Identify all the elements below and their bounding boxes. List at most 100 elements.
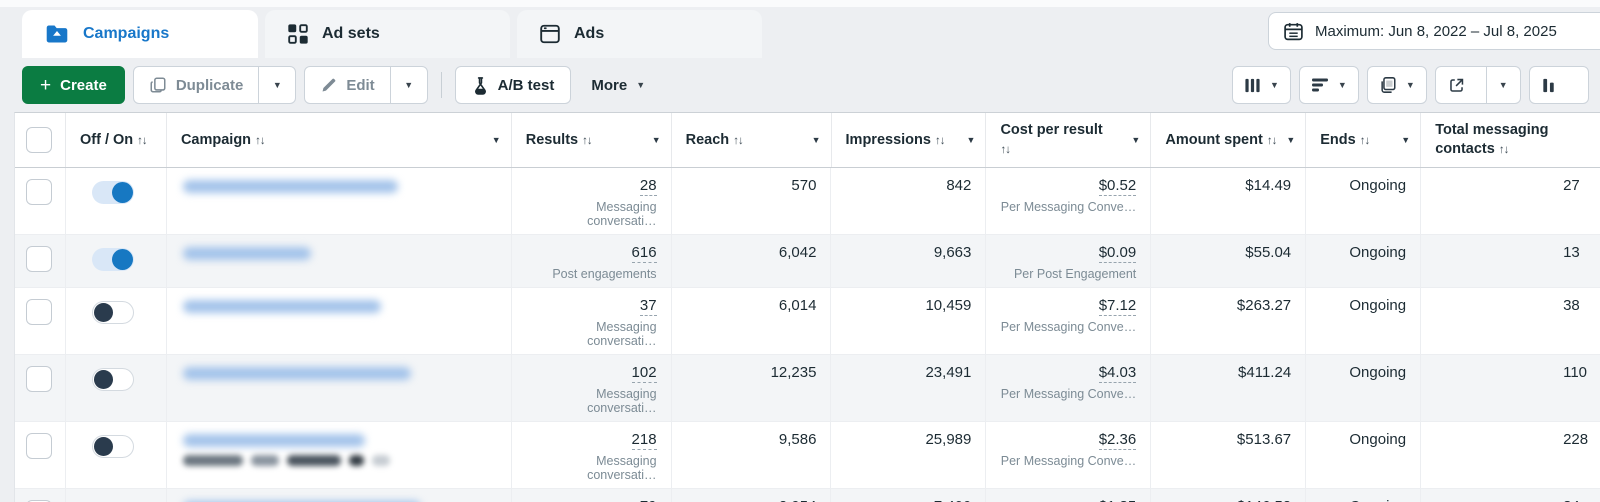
chevron-down-icon[interactable]: ▼ xyxy=(1131,135,1140,145)
column-header-reach[interactable]: Reach ↑↓ ▼ xyxy=(670,113,831,167)
table-row: 218 Messaging conversati… 9,586 25,989 $2.36… xyxy=(15,422,1600,489)
date-range-label: Maximum: Jun 8, 2022 – Jul 8, 2025 xyxy=(1315,22,1557,40)
duplicate-button[interactable]: Duplicate xyxy=(134,67,259,103)
breakdown-icon xyxy=(1311,77,1329,93)
impressions-cell: 842 xyxy=(830,168,985,234)
export-split-button: ▼ xyxy=(1434,66,1521,104)
column-header-impr[interactable]: Impressions ↑↓ ▼ xyxy=(830,113,986,167)
campaign-cell xyxy=(165,235,511,287)
campaign-name-redacted[interactable] xyxy=(182,247,311,260)
ends-cell: Ongoing xyxy=(1305,288,1420,354)
row-checkbox-cell xyxy=(15,288,65,354)
amount-spent-cell: $146.52 xyxy=(1150,489,1305,502)
edit-split-button: Edit ▼ xyxy=(304,66,428,104)
campaign-toggle[interactable] xyxy=(91,301,134,324)
chevron-down-icon[interactable]: ▼ xyxy=(652,135,661,145)
more-button[interactable]: More ▼ xyxy=(579,66,657,104)
reach-cell: 570 xyxy=(670,168,831,234)
cost-per-result-cell: $4.03 Per Messaging Conve… xyxy=(985,355,1150,421)
chevron-down-icon[interactable]: ▼ xyxy=(1286,135,1295,145)
campaign-toggle[interactable] xyxy=(91,181,134,204)
toggle-cell xyxy=(64,489,166,502)
row-checkbox[interactable] xyxy=(26,366,52,392)
row-checkbox[interactable] xyxy=(26,299,52,325)
tab-ad-sets-label: Ad sets xyxy=(322,25,380,42)
campaign-name-redacted[interactable] xyxy=(182,300,381,313)
edit-dropdown[interactable]: ▼ xyxy=(389,67,427,103)
contacts-cell: 13 xyxy=(1420,235,1600,287)
cost-per-result-cell: $2.36 Per Messaging Conve… xyxy=(985,422,1150,488)
export-dropdown[interactable]: ▼ xyxy=(1485,67,1520,103)
sort-icon: ↑↓ xyxy=(137,134,147,147)
table-header-row: Off / On ↑↓ Campaign ↑↓ ▼ Results ↑↓ ▼ Reach … xyxy=(15,113,1600,168)
tab-ad-sets[interactable]: Ad sets xyxy=(265,10,510,58)
duplicate-dropdown[interactable]: ▼ xyxy=(258,67,295,103)
amount-spent-cell: $263.27 xyxy=(1150,288,1305,354)
campaigns-table: Off / On ↑↓ Campaign ↑↓ ▼ Results ↑↓ ▼ Reach … xyxy=(14,112,1600,502)
campaign-name-redacted[interactable] xyxy=(182,434,365,447)
column-header-campaign[interactable]: Campaign ↑↓ ▼ xyxy=(165,113,511,167)
impressions-cell: 10,459 xyxy=(830,288,985,354)
campaign-name-redacted[interactable] xyxy=(182,180,398,193)
date-range-button[interactable]: Maximum: Jun 8, 2022 – Jul 8, 2025 xyxy=(1268,12,1600,50)
cost-per-result-cell: $7.12 Per Messaging Conve… xyxy=(985,288,1150,354)
campaign-meta-redacted xyxy=(182,455,497,466)
create-button[interactable]: + Create xyxy=(22,66,125,104)
column-header-results[interactable]: Results ↑↓ ▼ xyxy=(510,113,671,167)
campaign-toggle[interactable] xyxy=(91,248,134,271)
chevron-down-icon[interactable]: ▼ xyxy=(967,135,976,145)
campaign-toggle[interactable] xyxy=(91,368,134,391)
campaign-cell xyxy=(165,489,511,502)
reach-cell: 9,586 xyxy=(670,422,831,488)
sort-icon: ↑↓ xyxy=(733,134,743,147)
column-header-offon[interactable]: Off / On ↑↓ xyxy=(64,113,166,167)
column-header-spent[interactable]: Amount spent ↑↓ ▼ xyxy=(1150,113,1305,167)
chevron-down-icon[interactable]: ▼ xyxy=(492,135,501,145)
charts-button-clipped[interactable] xyxy=(1528,66,1589,104)
ends-cell: Ongoing xyxy=(1305,422,1420,488)
flask-icon xyxy=(472,76,489,95)
chevron-down-icon[interactable]: ▼ xyxy=(812,135,821,145)
edit-button-label: Edit xyxy=(346,76,375,94)
ab-test-button[interactable]: A/B test xyxy=(454,66,572,104)
tab-ads[interactable]: Ads xyxy=(517,10,762,58)
tab-campaigns[interactable]: Campaigns xyxy=(22,10,258,58)
chevron-down-icon[interactable]: ▼ xyxy=(1401,135,1410,145)
reports-pages-icon xyxy=(1379,76,1397,94)
impressions-cell: 9,663 xyxy=(830,235,985,287)
row-checkbox-cell xyxy=(15,355,65,421)
row-checkbox[interactable] xyxy=(26,433,52,459)
toggle-cell xyxy=(64,235,166,287)
duplicate-button-label: Duplicate xyxy=(175,76,244,94)
toggle-cell xyxy=(64,288,166,354)
level-tabs: Campaigns Ad sets Ads xyxy=(22,10,762,58)
column-header-contacts[interactable]: Total messaging contacts ↑↓▼ xyxy=(1420,113,1600,167)
export-button[interactable] xyxy=(1436,67,1477,103)
campaign-toggle[interactable] xyxy=(91,435,134,458)
select-all-checkbox[interactable] xyxy=(26,127,52,153)
campaign-name-redacted[interactable] xyxy=(182,367,411,380)
chevron-down-icon: ▼ xyxy=(404,80,414,90)
column-header-ends[interactable]: Ends ↑↓ ▼ xyxy=(1305,113,1420,167)
results-cell: 102 Messaging conversati… xyxy=(510,355,671,421)
columns-button[interactable]: ▼ xyxy=(1232,66,1291,104)
cost-per-result-cell: $0.09 Per Post Engagement xyxy=(985,235,1150,287)
campaign-cell xyxy=(165,288,511,354)
campaigns-folder-icon xyxy=(44,21,70,47)
toggle-cell xyxy=(64,168,166,234)
column-header-cpr[interactable]: Cost per result ↑↓ ▼ xyxy=(985,113,1150,167)
ends-cell: Ongoing xyxy=(1305,168,1420,234)
more-button-label: More xyxy=(591,76,628,94)
edit-button[interactable]: Edit xyxy=(305,67,389,103)
row-checkbox[interactable] xyxy=(26,179,52,205)
reach-cell: 2,954 xyxy=(670,489,831,502)
select-all-header-cell[interactable] xyxy=(15,113,65,167)
breakdown-button[interactable]: ▼ xyxy=(1298,66,1359,104)
row-checkbox[interactable] xyxy=(26,246,52,272)
chevron-down-icon: ▼ xyxy=(272,80,282,90)
amount-spent-cell: $14.49 xyxy=(1150,168,1305,234)
sort-icon: ↑↓ xyxy=(582,134,592,147)
sort-icon: ↑↓ xyxy=(934,134,945,147)
cost-per-result-cell: $1.85 xyxy=(985,489,1150,502)
reports-button[interactable]: ▼ xyxy=(1366,66,1427,104)
